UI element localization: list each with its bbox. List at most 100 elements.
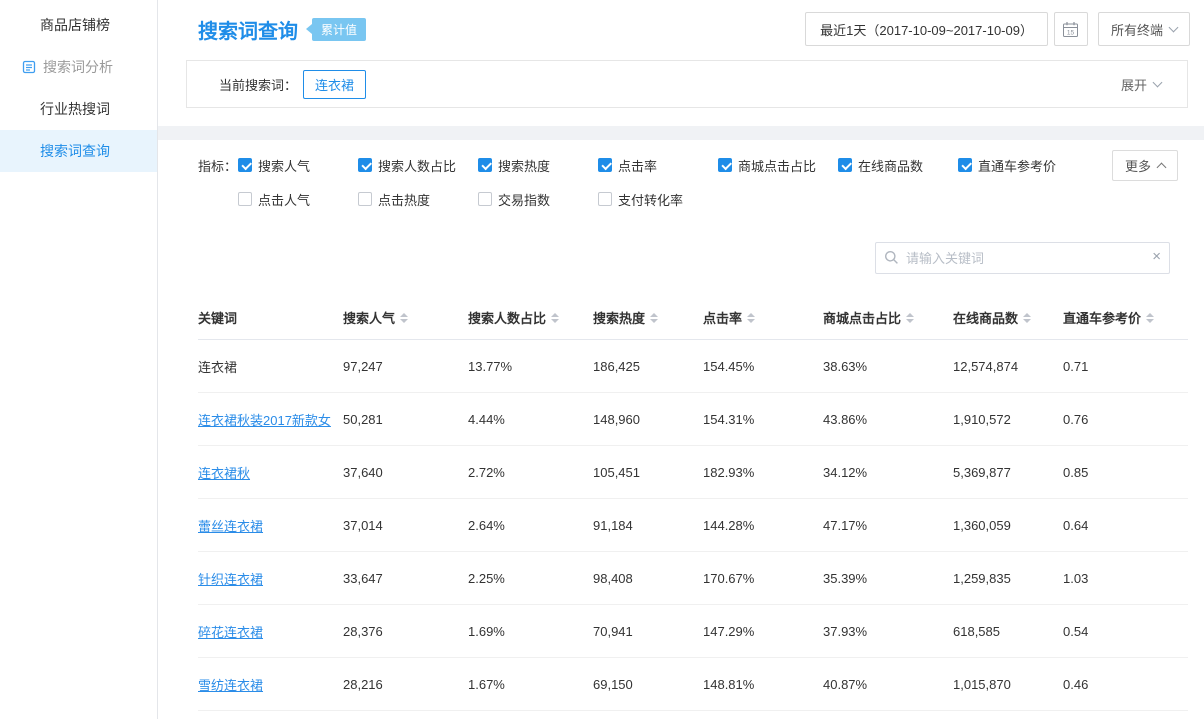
svg-text:15: 15 (1067, 29, 1075, 36)
keyword-cell: 连衣裙秋装2017新款女 (198, 410, 343, 429)
sort-desc-icon[interactable] (400, 319, 408, 323)
sort-icon[interactable] (906, 313, 914, 323)
checkbox-checked-icon[interactable] (718, 158, 732, 172)
column-label: 关键词 (198, 308, 237, 327)
filter-left: 当前搜索词： 连衣裙 (219, 70, 366, 99)
checkbox-checked-icon[interactable] (238, 158, 252, 172)
value-cell: 0.54 (1063, 624, 1188, 639)
keyword-search-row: × (158, 242, 1204, 274)
metric-checkbox-item[interactable]: 搜索人数占比 (358, 156, 478, 175)
metrics-label: 指标： (198, 152, 238, 212)
sort-icon[interactable] (747, 313, 755, 323)
calendar-button[interactable]: 15 (1054, 12, 1088, 46)
value-cell: 2.72% (468, 465, 593, 480)
current-word-chip[interactable]: 连衣裙 (303, 70, 366, 99)
terminal-select[interactable]: 所有终端 (1098, 12, 1190, 46)
value-cell: 37,014 (343, 518, 468, 533)
metrics-section: 指标： 搜索人气 搜索人数占比 搜索热度点击率 商城点击占比 在线商品数直通车参考价 点… (158, 140, 1204, 214)
value-cell: 28,216 (343, 677, 468, 692)
checkbox-unchecked-icon[interactable] (358, 192, 372, 206)
metric-checkbox-item[interactable]: 点击热度 (358, 190, 478, 209)
metric-checkbox-item[interactable]: 搜索人气 (238, 156, 358, 175)
metric-checkbox-item[interactable]: 点击率 (598, 156, 718, 175)
value-cell: 186,425 (593, 359, 703, 374)
value-cell: 1.67% (468, 677, 593, 692)
current-word-label: 当前搜索词： (219, 75, 297, 94)
checkbox-checked-icon[interactable] (358, 158, 372, 172)
sidebar-item-goods-shop-rank[interactable]: 商品店铺榜 (0, 4, 157, 46)
sort-icon[interactable] (1146, 313, 1154, 323)
column-header: 直通车参考价 (1063, 308, 1188, 327)
checkbox-unchecked-icon[interactable] (478, 192, 492, 206)
sidebar-item-label: 搜索词查询 (40, 141, 110, 161)
keyword-link[interactable]: 连衣裙秋 (198, 466, 250, 481)
sort-icon[interactable] (1023, 313, 1031, 323)
value-cell: 147.29% (703, 624, 823, 639)
sort-asc-icon[interactable] (747, 313, 755, 317)
column-header: 在线商品数 (953, 308, 1063, 327)
sort-desc-icon[interactable] (551, 319, 559, 323)
value-cell: 91,184 (593, 518, 703, 533)
metric-checkbox-item[interactable]: 支付转化率 (598, 190, 718, 209)
sort-asc-icon[interactable] (1146, 313, 1154, 317)
metric-label: 商城点击占比 (738, 156, 816, 175)
value-cell: 148,960 (593, 412, 703, 427)
sort-desc-icon[interactable] (650, 319, 658, 323)
metric-checkbox-item[interactable]: 点击人气 (238, 190, 358, 209)
checkbox-checked-icon[interactable] (598, 158, 612, 172)
sort-asc-icon[interactable] (906, 313, 914, 317)
metric-label: 搜索人数占比 (378, 156, 456, 175)
sort-desc-icon[interactable] (1023, 319, 1031, 323)
sort-asc-icon[interactable] (400, 313, 408, 317)
value-cell: 1.69% (468, 624, 593, 639)
value-cell: 182.93% (703, 465, 823, 480)
metrics-rows: 搜索人气 搜索人数占比 搜索热度点击率 商城点击占比 在线商品数直通车参考价 点击人气点… (238, 152, 1078, 212)
sort-desc-icon[interactable] (747, 319, 755, 323)
keyword-link[interactable]: 蕾丝连衣裙 (198, 519, 263, 534)
expand-toggle[interactable]: 展开 (1121, 75, 1161, 94)
checkbox-unchecked-icon[interactable] (598, 192, 612, 206)
keyword-link[interactable]: 针织连衣裙 (198, 572, 263, 587)
sort-asc-icon[interactable] (551, 313, 559, 317)
column-label: 直通车参考价 (1063, 308, 1141, 327)
table-row: 碎花连衣裙28,3761.69%70,941147.29%37.93%618,5… (198, 605, 1188, 658)
value-cell: 43.86% (823, 412, 953, 427)
value-cell: 148.81% (703, 677, 823, 692)
sort-desc-icon[interactable] (906, 319, 914, 323)
sort-icon[interactable] (400, 313, 408, 323)
keyword-link[interactable]: 雪纺连衣裙 (198, 678, 263, 693)
sidebar: 商品店铺榜搜索词分析行业热搜词搜索词查询 (0, 0, 158, 719)
value-cell: 98,408 (593, 571, 703, 586)
metric-checkbox-item[interactable]: 直通车参考价 (958, 156, 1078, 175)
keyword-link[interactable]: 连衣裙秋装2017新款女 (198, 413, 331, 428)
sort-icon[interactable] (650, 313, 658, 323)
cumulative-value-badge: 累计值 (312, 18, 366, 41)
date-range-picker[interactable]: 最近1天（2017-10-09~2017-10-09） (805, 12, 1048, 46)
value-cell: 1,910,572 (953, 412, 1063, 427)
sidebar-item-industry-hot-words[interactable]: 行业热搜词 (0, 88, 157, 130)
sort-icon[interactable] (551, 313, 559, 323)
sidebar-menu: 商品店铺榜搜索词分析行业热搜词搜索词查询 (0, 4, 157, 172)
sort-asc-icon[interactable] (650, 313, 658, 317)
clear-input-icon[interactable]: × (1152, 248, 1161, 265)
checkbox-checked-icon[interactable] (958, 158, 972, 172)
checkbox-checked-icon[interactable] (838, 158, 852, 172)
sidebar-item-search-word-analysis[interactable]: 搜索词分析 (0, 46, 157, 88)
analysis-doc-icon (22, 60, 36, 74)
sidebar-item-search-word-query[interactable]: 搜索词查询 (0, 130, 157, 172)
metric-checkbox-item[interactable]: 在线商品数 (838, 156, 958, 175)
metric-checkbox-item[interactable]: 搜索热度 (478, 156, 598, 175)
value-cell: 618,585 (953, 624, 1063, 639)
more-metrics-button[interactable]: 更多 (1112, 150, 1178, 181)
metric-checkbox-item[interactable]: 商城点击占比 (718, 156, 838, 175)
keyword-link[interactable]: 碎花连衣裙 (198, 625, 263, 640)
sort-desc-icon[interactable] (1146, 319, 1154, 323)
checkbox-checked-icon[interactable] (478, 158, 492, 172)
metric-checkbox-item[interactable]: 交易指数 (478, 190, 598, 209)
sort-asc-icon[interactable] (1023, 313, 1031, 317)
value-cell: 4.44% (468, 412, 593, 427)
checkbox-unchecked-icon[interactable] (238, 192, 252, 206)
keyword-search-input[interactable] (875, 242, 1170, 274)
column-label: 搜索热度 (593, 308, 645, 327)
value-cell: 1,259,835 (953, 571, 1063, 586)
